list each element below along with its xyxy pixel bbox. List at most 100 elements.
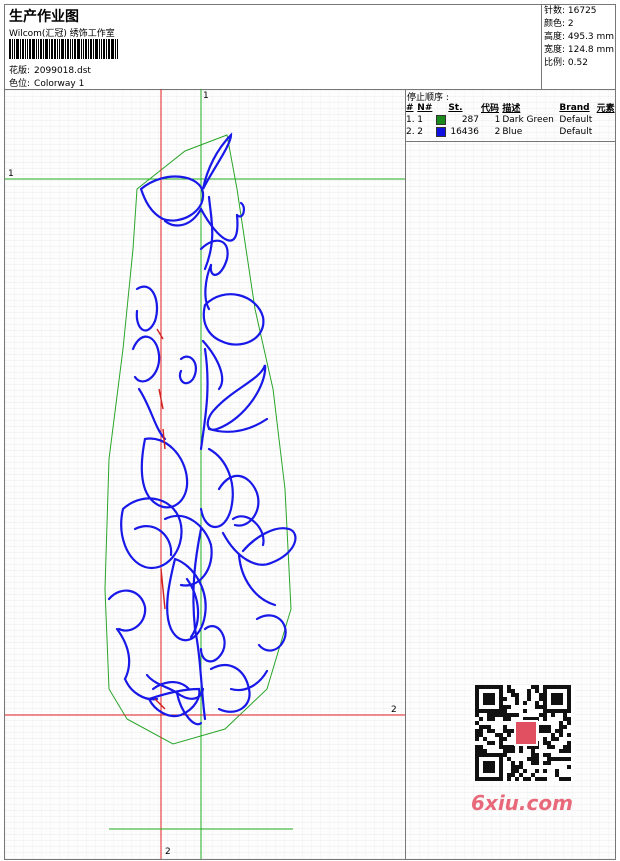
- row-element: [596, 126, 615, 138]
- color-count: 颜色: 2: [544, 19, 574, 29]
- header-panel: 生产作业图 Wilcom(汇冠) 绣饰工作室 花版: 2099018.dst 色位…: [5, 5, 615, 90]
- barcode-bar: [88, 39, 89, 59]
- table-row: 1. 1 287 1 Dark Green Default: [405, 114, 615, 126]
- colorway-name: Colorway 1: [34, 79, 85, 89]
- design-height: 高度: 495.3 mm: [544, 32, 615, 42]
- colorway-label: 色位:: [9, 79, 31, 89]
- row-needle: 2: [417, 127, 424, 137]
- barcode-bar: [85, 39, 87, 59]
- col-stitches: St.: [448, 102, 463, 113]
- barcode-bar: [43, 39, 44, 59]
- design-file-line: 花版: 2099018.dst: [9, 63, 91, 76]
- barcode-bar: [93, 39, 94, 59]
- barcode-bar: [29, 39, 31, 59]
- barcode-bar: [9, 39, 11, 59]
- barcode-bar: [16, 39, 19, 59]
- barcode-bar: [20, 39, 21, 59]
- col-brand: Brand: [559, 102, 590, 113]
- barcode-bar: [57, 39, 58, 59]
- barcode-bar: [99, 39, 100, 59]
- stop-sequence-header-row: # N# St. 代码 描述 Brand 元素: [405, 101, 615, 115]
- color-swatch: [435, 126, 446, 137]
- guide-label-right: 2: [391, 705, 397, 715]
- row-color-swatch: [435, 126, 448, 138]
- stitch-count: 针数: 16725: [544, 6, 597, 16]
- row-element: [596, 114, 615, 126]
- barcode-bar: [115, 39, 116, 59]
- col-needle: N#: [417, 102, 433, 113]
- barcode-bar: [70, 39, 71, 59]
- row-brand: Default: [559, 127, 593, 137]
- barcode-bar: [65, 39, 66, 59]
- barcode-bar: [117, 39, 118, 59]
- barcode-bar: [90, 39, 92, 59]
- row-needle: 1: [417, 115, 424, 125]
- qr-code: [471, 685, 575, 781]
- barcode-bar: [83, 39, 84, 59]
- guide-label-bottom: 2: [165, 847, 171, 857]
- barcode-bar: [72, 39, 73, 59]
- design-width: 宽度: 124.8 mm: [544, 45, 615, 55]
- barcode-bar: [61, 39, 64, 59]
- side-divider: [405, 141, 615, 142]
- colorway-line: 色位: Colorway 1: [9, 76, 84, 89]
- row-code: 2: [494, 127, 501, 137]
- barcode-bar: [25, 39, 26, 59]
- barcode-bar: [111, 39, 114, 59]
- design-preview-area: 1 1 2 2: [5, 89, 406, 859]
- barcode-bar: [22, 39, 24, 59]
- row-description: Dark Green: [502, 115, 554, 125]
- design-scale: 比例: 0.52: [544, 58, 588, 68]
- barcode-bar: [32, 39, 35, 59]
- barcode-bar: [14, 39, 15, 59]
- barcode-bar: [54, 39, 56, 59]
- qr-code-graphic: [475, 685, 571, 781]
- row-description: Blue: [502, 127, 523, 137]
- barcode-bar: [51, 39, 53, 59]
- barcode-bar: [27, 39, 28, 59]
- table-row: 2. 2 16436 2 Blue Default: [405, 126, 615, 138]
- stop-sequence-panel: 停止顺序 : # N# St. 代码 描述 Brand 元素 1. 1 287 …: [405, 89, 615, 859]
- barcode-bar: [38, 39, 39, 59]
- row-color-swatch: [435, 114, 448, 126]
- guide-label-top: 1: [203, 91, 209, 101]
- row-code: 1: [494, 115, 501, 125]
- row-stitches: 16436: [450, 127, 479, 137]
- col-description: 描述: [502, 104, 521, 114]
- row-index: 2.: [406, 127, 415, 137]
- design-file: 2099018.dst: [34, 66, 91, 76]
- barcode-bar: [45, 39, 48, 59]
- color-swatch: [435, 114, 446, 125]
- barcode-bar: [106, 39, 107, 59]
- col-code: 代码: [481, 104, 500, 114]
- col-index: #: [406, 102, 414, 113]
- embroidery-design: [5, 89, 405, 859]
- barcode-bar: [77, 39, 80, 59]
- watermark-logo: 6xiu.com: [471, 791, 573, 815]
- barcode-bar: [74, 39, 76, 59]
- production-worksheet: 生产作业图 Wilcom(汇冠) 绣饰工作室 花版: 2099018.dst 色位…: [4, 4, 616, 860]
- stats-panel: 针数: 16725 颜色: 2 高度: 495.3 mm 宽度: 124.8 m…: [541, 5, 615, 89]
- barcode-bar: [49, 39, 50, 59]
- guide-label-left: 1: [8, 169, 14, 179]
- company-name: Wilcom(汇冠) 绣饰工作室: [9, 29, 115, 39]
- barcode-bar: [103, 39, 105, 59]
- barcode-bar: [101, 39, 102, 59]
- barcode-bar: [40, 39, 42, 59]
- barcode-bar: [108, 39, 110, 59]
- row-brand: Default: [559, 115, 593, 125]
- barcode-bar: [12, 39, 13, 59]
- barcode: [9, 39, 141, 59]
- row-stitches: 287: [461, 115, 479, 125]
- stop-sequence-table: # N# St. 代码 描述 Brand 元素 1. 1 287 1 Dark …: [405, 101, 615, 138]
- barcode-bar: [67, 39, 69, 59]
- barcode-bar: [59, 39, 60, 59]
- worksheet-title: 生产作业图: [9, 9, 79, 25]
- col-color-swatch: [435, 101, 448, 114]
- design-label: 花版:: [9, 66, 31, 76]
- red-stitch-accents: [154, 328, 166, 710]
- row-index: 1.: [406, 115, 415, 125]
- barcode-bar: [36, 39, 37, 59]
- barcode-bar: [95, 39, 98, 59]
- blue-floral-motif: [107, 132, 297, 726]
